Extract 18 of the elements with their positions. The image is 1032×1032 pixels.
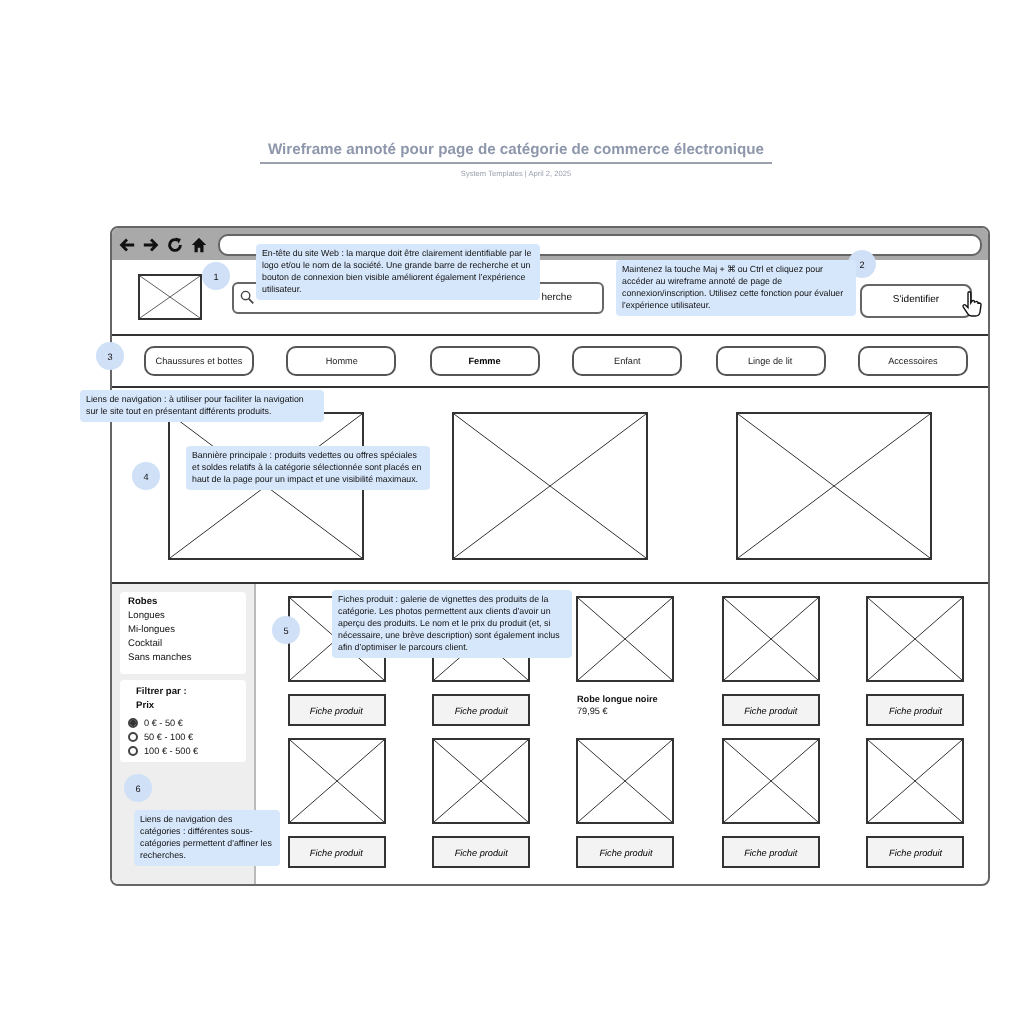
product-image-placeholder [576, 596, 675, 682]
hand-cursor-icon [960, 290, 984, 319]
radio-button[interactable] [128, 732, 138, 743]
product-image-placeholder [866, 596, 965, 682]
product-image-placeholder [721, 738, 820, 824]
product-image-placeholder [432, 738, 531, 824]
radio-button[interactable] [128, 746, 138, 757]
back-arrow-icon[interactable] [118, 235, 136, 253]
logo-placeholder [138, 274, 202, 320]
product-image-placeholder [866, 738, 965, 824]
home-icon[interactable] [190, 235, 208, 253]
product-image-placeholder [576, 738, 675, 824]
product-image-placeholder [287, 738, 386, 824]
search-icon [240, 290, 254, 304]
reload-icon[interactable] [166, 235, 184, 253]
product-image-placeholder [721, 596, 820, 682]
radio-button[interactable] [128, 718, 138, 729]
forward-arrow-icon[interactable] [142, 235, 160, 253]
